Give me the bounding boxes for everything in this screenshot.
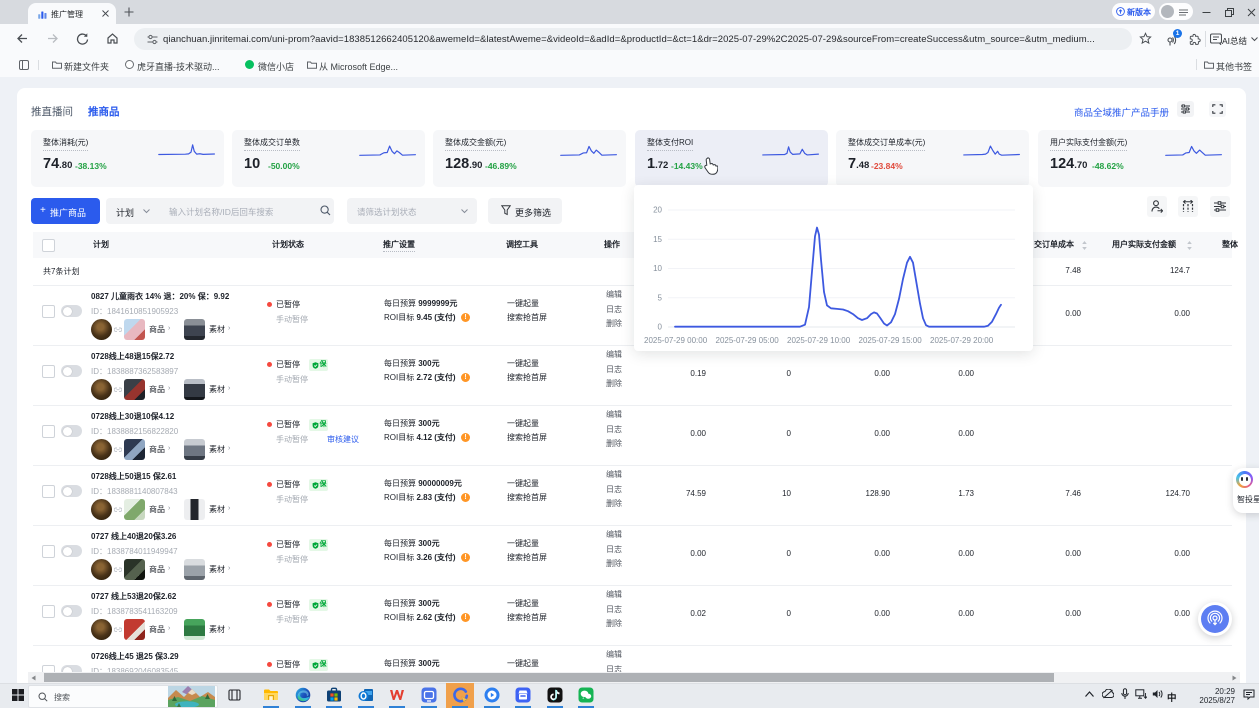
svg-text:5: 5 — [658, 293, 663, 302]
svg-text:2025-07-29 20:00: 2025-07-29 20:00 — [930, 336, 994, 345]
svg-text:2025-07-29 15:00: 2025-07-29 15:00 — [859, 336, 923, 345]
svg-text:15: 15 — [653, 235, 662, 244]
svg-text:0: 0 — [658, 323, 663, 332]
svg-text:2025-07-29 05:00: 2025-07-29 05:00 — [716, 336, 780, 345]
svg-text:10: 10 — [653, 264, 662, 273]
svg-text:2025-07-29 00:00: 2025-07-29 00:00 — [644, 336, 708, 345]
svg-text:20: 20 — [653, 206, 662, 215]
svg-text:2025-07-29 10:00: 2025-07-29 10:00 — [787, 336, 851, 345]
